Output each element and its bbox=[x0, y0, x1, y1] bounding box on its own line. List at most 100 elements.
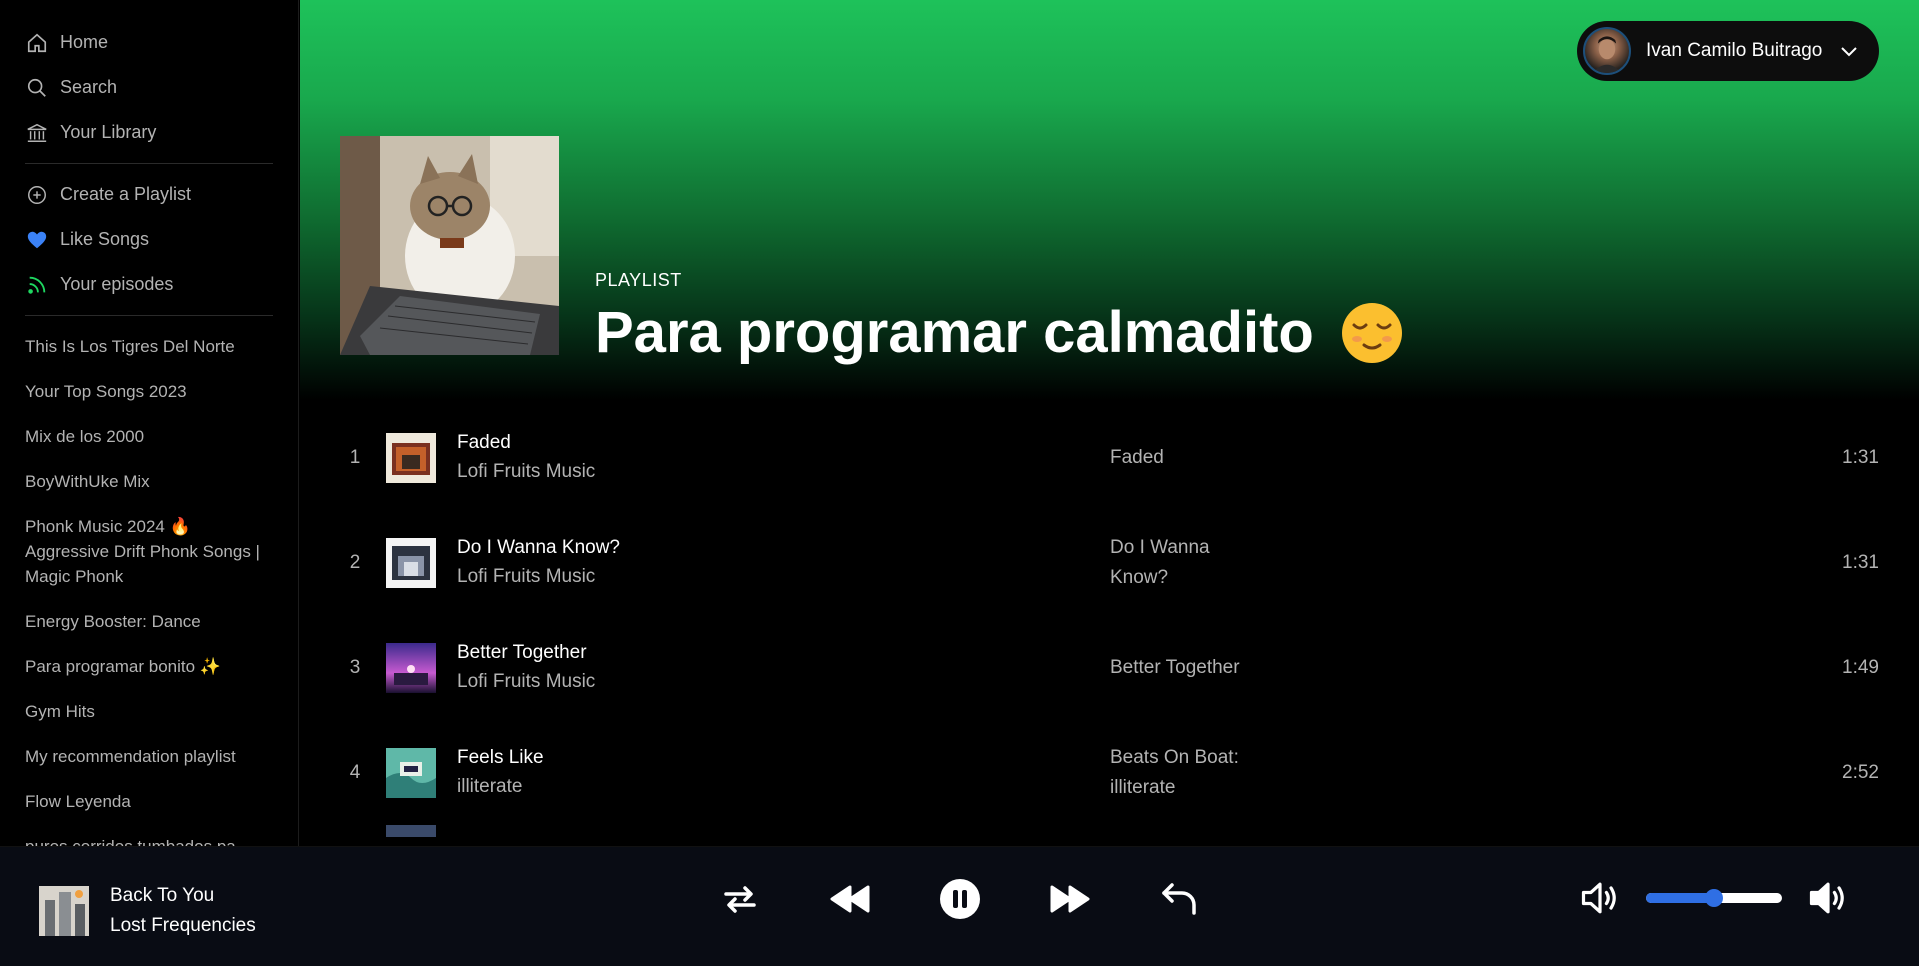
heart-icon bbox=[25, 228, 49, 252]
track-album-art bbox=[386, 825, 436, 837]
sidebar-item-label: Search bbox=[60, 77, 118, 97]
chevron-down-icon bbox=[1841, 47, 1857, 57]
relieved-face-emoji-icon bbox=[1341, 302, 1402, 363]
return-icon bbox=[1162, 883, 1196, 915]
sidebar-item-label: Home bbox=[60, 32, 109, 52]
pause-icon bbox=[940, 879, 980, 919]
home-icon bbox=[25, 31, 49, 55]
liked-songs-button[interactable]: Like Songs bbox=[25, 217, 298, 262]
track-number: 2 bbox=[349, 551, 361, 573]
sidebar-playlist-item[interactable]: Para programar bonito ✨ bbox=[25, 654, 273, 679]
track-duration: 2:52 bbox=[1842, 761, 1879, 783]
your-episodes-button[interactable]: Your episodes bbox=[25, 262, 298, 307]
playlist-cover bbox=[340, 136, 559, 355]
volume-low-button[interactable] bbox=[1576, 874, 1624, 922]
shuffle-icon bbox=[724, 886, 756, 913]
sidebar-item-label: Your Library bbox=[60, 122, 157, 142]
track-number: 3 bbox=[349, 656, 361, 678]
sidebar-item-label: Create a Playlist bbox=[60, 184, 192, 204]
playlist-title: Para programar calmadito bbox=[595, 300, 1314, 365]
track-artist[interactable]: Lofi Fruits Music bbox=[457, 461, 1077, 483]
track-album[interactable]: Do I Wanna Know? bbox=[1110, 533, 1270, 593]
track-info: Do I Wanna Know? Lofi Fruits Music bbox=[457, 537, 1077, 588]
volume-low-icon bbox=[1581, 882, 1616, 914]
sidebar-item-home[interactable]: Home bbox=[25, 20, 298, 65]
volume-slider[interactable] bbox=[1646, 889, 1782, 907]
rss-icon bbox=[25, 273, 49, 297]
track-artist[interactable]: illiterate bbox=[457, 776, 1077, 798]
sidebar-nav: Home Search Your Library bbox=[0, 0, 298, 155]
plus-circle-icon bbox=[25, 183, 49, 207]
sidebar-playlist-item[interactable]: Phonk Music 2024 🔥 Aggressive Drift Phon… bbox=[25, 514, 273, 589]
track-album-art bbox=[386, 432, 436, 483]
track-album[interactable]: Beats On Boat: illiterate bbox=[1110, 743, 1270, 803]
volume-slider-fill bbox=[1646, 893, 1714, 903]
track-number: 1 bbox=[349, 446, 361, 468]
track-number: 4 bbox=[349, 761, 361, 783]
track-album-art bbox=[386, 537, 436, 588]
now-playing-info: Back To You Lost Frequencies bbox=[110, 881, 256, 941]
track-album-art bbox=[386, 642, 436, 693]
avatar bbox=[1583, 27, 1631, 75]
sidebar-playlist-item[interactable]: This Is Los Tigres Del Norte bbox=[25, 334, 273, 359]
search-icon bbox=[25, 76, 49, 100]
sidebar-playlist-item[interactable]: Gym Hits bbox=[25, 699, 273, 724]
playlist-type-label: PLAYLIST bbox=[595, 270, 682, 290]
repeat-button[interactable] bbox=[1155, 874, 1205, 924]
track-title[interactable]: Better Together bbox=[457, 642, 1077, 664]
create-playlist-button[interactable]: Create a Playlist bbox=[25, 172, 298, 217]
track-info: Faded Lofi Fruits Music bbox=[457, 432, 1077, 483]
user-menu-button[interactable]: Ivan Camilo Buitrago bbox=[1577, 21, 1879, 81]
track-row[interactable] bbox=[340, 825, 1879, 846]
sidebar-playlist-item[interactable]: Mix de los 2000 bbox=[25, 424, 273, 449]
track-row[interactable]: 3 Better Together Lofi Fruits Music Bett… bbox=[340, 615, 1879, 720]
sidebar-divider bbox=[25, 315, 273, 316]
pause-button[interactable] bbox=[935, 874, 985, 924]
sidebar-playlist-item[interactable]: puros corridos tumbados pa bbox=[25, 834, 273, 846]
volume-high-icon bbox=[1809, 882, 1844, 914]
sidebar-actions: Create a Playlist Like Songs Your episod… bbox=[0, 172, 298, 307]
now-playing-album-art bbox=[39, 886, 89, 936]
track-title[interactable]: Feels Like bbox=[457, 747, 1077, 769]
fast-forward-icon bbox=[1050, 885, 1090, 913]
track-title[interactable]: Do I Wanna Know? bbox=[457, 537, 1077, 559]
main-content: Ivan Camilo Buitrago PLAYLIST Para progr… bbox=[300, 0, 1919, 846]
now-playing: Back To You Lost Frequencies bbox=[39, 881, 256, 941]
track-album-art bbox=[386, 747, 436, 798]
user-name: Ivan Camilo Buitrago bbox=[1646, 40, 1823, 61]
track-album[interactable]: Faded bbox=[1110, 443, 1270, 473]
volume-slider-thumb[interactable] bbox=[1705, 889, 1723, 907]
sidebar-playlist-item[interactable]: Flow Leyenda bbox=[25, 789, 273, 814]
track-duration: 1:31 bbox=[1842, 551, 1879, 573]
track-info: Feels Like illiterate bbox=[457, 747, 1077, 798]
track-artist[interactable]: Lofi Fruits Music bbox=[457, 566, 1077, 588]
track-duration: 1:31 bbox=[1842, 446, 1879, 468]
track-row[interactable]: 2 Do I Wanna Know? Lofi Fruits Music Do … bbox=[340, 510, 1879, 615]
sidebar-playlist-item[interactable]: BoyWithUke Mix bbox=[25, 469, 273, 494]
shuffle-button[interactable] bbox=[715, 874, 765, 924]
track-title[interactable]: Faded bbox=[457, 432, 1077, 454]
now-playing-title[interactable]: Back To You bbox=[110, 881, 256, 911]
sidebar-playlists: This Is Los Tigres Del Norte Your Top So… bbox=[0, 324, 298, 846]
sidebar-item-search[interactable]: Search bbox=[25, 65, 298, 110]
playback-controls bbox=[715, 874, 1205, 924]
previous-button[interactable] bbox=[825, 874, 875, 924]
page-title: Para programar calmadito bbox=[595, 299, 1404, 366]
sidebar-divider bbox=[25, 163, 273, 164]
now-playing-artist[interactable]: Lost Frequencies bbox=[110, 911, 256, 941]
track-row[interactable]: 4 Feels Like illiterate Beats On Boat: i… bbox=[340, 720, 1879, 825]
volume-high-button[interactable] bbox=[1804, 874, 1852, 922]
next-button[interactable] bbox=[1045, 874, 1095, 924]
sidebar-playlist-item[interactable]: Your Top Songs 2023 bbox=[25, 379, 273, 404]
sidebar-playlist-item[interactable]: My recommendation playlist bbox=[25, 744, 273, 769]
sidebar-item-label: Like Songs bbox=[60, 229, 150, 249]
playlist-header: PLAYLIST Para programar calmadito bbox=[595, 270, 1404, 366]
track-artist[interactable]: Lofi Fruits Music bbox=[457, 671, 1077, 693]
track-row[interactable]: 1 Faded Lofi Fruits Music Faded 1:31 bbox=[340, 405, 1879, 510]
sidebar-playlist-item[interactable]: Energy Booster: Dance bbox=[25, 609, 273, 634]
volume-control bbox=[1576, 874, 1852, 922]
track-album[interactable]: Better Together bbox=[1110, 653, 1270, 683]
library-icon bbox=[25, 121, 49, 145]
sidebar-item-library[interactable]: Your Library bbox=[25, 110, 298, 155]
sidebar-item-label: Your episodes bbox=[60, 274, 174, 294]
